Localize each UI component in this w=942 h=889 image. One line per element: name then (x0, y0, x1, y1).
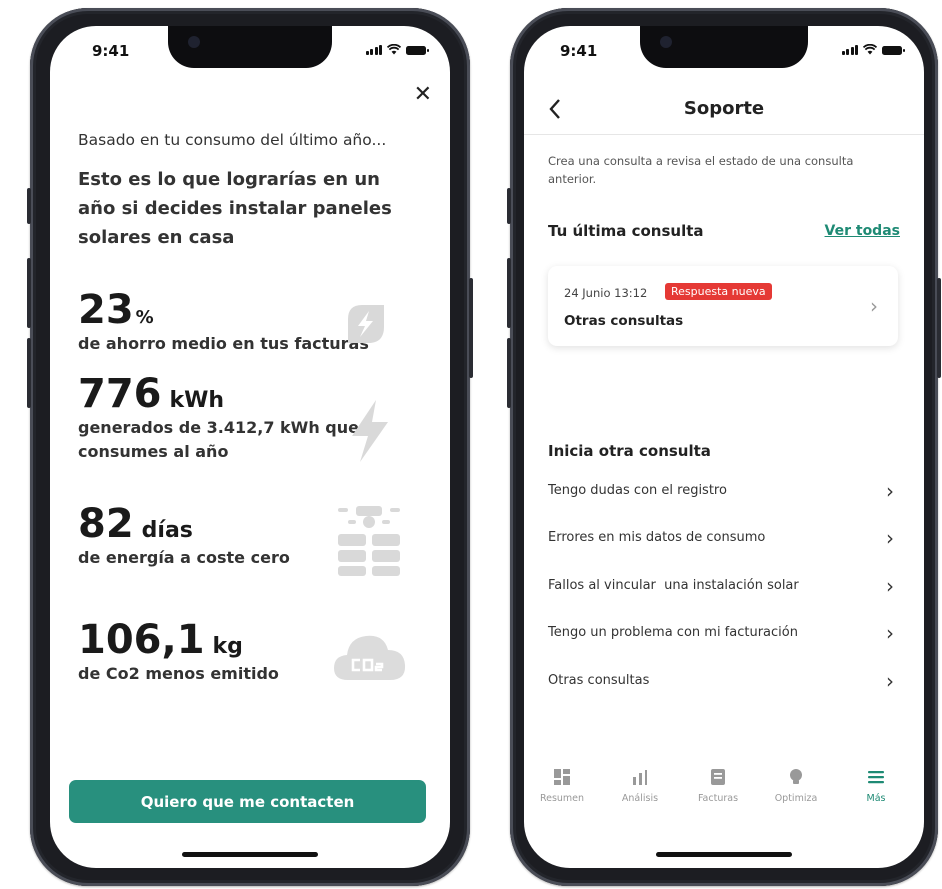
tab-mas[interactable]: Más (844, 766, 908, 804)
query-date: 24 Junio 13:12 (564, 286, 648, 300)
tab-label: Optimiza (774, 793, 818, 804)
invoice-icon (711, 769, 725, 785)
tab-label: Facturas (697, 793, 739, 804)
tab-resumen[interactable]: Resumen (530, 766, 594, 804)
option-registration[interactable]: Tengo dudas con el registro › (548, 474, 898, 510)
chevron-right-icon: › (870, 294, 878, 318)
stat-description: de energía a coste cero (78, 548, 290, 567)
last-query-section-title: Tu última consulta (548, 222, 704, 240)
tab-facturas[interactable]: Facturas (686, 766, 750, 804)
solar-panel-icon (338, 506, 400, 576)
battery-icon (406, 46, 429, 55)
signal-icon (841, 45, 858, 55)
stat-savings: 23% de ahorro medio en tus facturas (78, 288, 369, 356)
stat-description: de ahorro medio en tus facturas (78, 334, 369, 353)
headline: Esto es lo que lograrías en un año si de… (78, 169, 392, 248)
option-label: Tengo un problema con mi facturación (548, 625, 798, 640)
stat-generation: 776 kWh generados de 3.412,7 kWh que cons… (78, 372, 378, 464)
new-query-section-title: Inicia otra consulta (548, 442, 711, 460)
signal-icon (365, 45, 382, 55)
intro-text: Basado en tu consumo del último año... (78, 131, 387, 149)
stat-unit: % (135, 307, 154, 328)
stat-value: 23 (78, 287, 134, 333)
home-indicator (182, 852, 318, 857)
left-phone: 9:41 ✕ Basado en tu consumo del último a… (27, 8, 473, 886)
chevron-right-icon: › (886, 526, 894, 550)
stat-description: de Co2 menos emitido (78, 664, 279, 683)
contact-me-button[interactable]: Quiero que me contacten (69, 780, 426, 823)
battery-icon (882, 46, 905, 55)
lightning-icon (352, 400, 388, 462)
co2-cloud-icon (334, 635, 406, 680)
status-time: 9:41 (560, 42, 598, 60)
right-screen: 9:41 Soporte Crea una consulta a revisa … (524, 26, 924, 868)
home-indicator (656, 852, 792, 857)
query-title: Otras consultas (564, 313, 684, 329)
chevron-right-icon: › (886, 621, 894, 645)
status-badge: Respuesta nueva (665, 283, 772, 300)
option-label: Errores en mis datos de consumo (548, 530, 766, 545)
intro-text: Crea una consulta a revisa el estado de … (548, 154, 854, 186)
stat-value: 106,1 (78, 617, 205, 663)
tab-analisis[interactable]: Análisis (608, 766, 672, 804)
left-screen: 9:41 ✕ Basado en tu consumo del último a… (50, 26, 450, 868)
bar-chart-icon (633, 770, 647, 785)
right-phone: 9:41 Soporte Crea una consulta a revisa … (507, 8, 941, 886)
stat-co2: 106,1 kg de Co2 menos emitido (78, 618, 279, 686)
bulb-icon (790, 769, 802, 784)
stat-unit: kg (212, 634, 243, 659)
tab-optimiza[interactable]: Optimiza (764, 766, 828, 804)
close-button[interactable]: ✕ (414, 82, 432, 107)
option-label: Tengo dudas con el registro (548, 483, 727, 498)
last-query-card[interactable]: 24 Junio 13:12 Respuesta nueva Otras con… (548, 266, 898, 346)
menu-icon (868, 771, 884, 784)
wifi-icon (387, 44, 401, 55)
chevron-right-icon: › (886, 574, 894, 598)
option-label: Otras consultas (548, 673, 650, 688)
status-time: 9:41 (92, 42, 130, 60)
tab-label: Más (866, 793, 886, 804)
stat-unit: días (141, 518, 193, 543)
stat-description: generados de 3.412,7 kWh que consumes al… (78, 418, 359, 461)
option-billing[interactable]: Tengo un problema con mi facturación › (548, 616, 898, 652)
stat-value: 776 (78, 371, 162, 417)
grid-icon (554, 769, 570, 785)
option-label: Fallos al vincular una instalación solar (548, 578, 799, 593)
tab-label: Análisis (621, 793, 659, 804)
stat-value: 82 (78, 501, 134, 547)
tab-bar: Resumen Análisis Facturas Optimiza Más (524, 766, 924, 826)
page-title: Soporte (683, 98, 765, 119)
option-solar-link[interactable]: Fallos al vincular una instalación solar… (548, 569, 898, 605)
chevron-right-icon: › (886, 479, 894, 503)
option-consumption-data[interactable]: Errores en mis datos de consumo › (548, 521, 898, 557)
leaf-bolt-icon (348, 305, 384, 343)
see-all-link[interactable]: Ver todas (825, 223, 900, 239)
notch (168, 26, 332, 68)
wifi-icon (863, 44, 877, 55)
tab-label: Resumen (539, 793, 585, 804)
chevron-right-icon: › (886, 669, 894, 693)
option-other[interactable]: Otras consultas › (548, 664, 898, 700)
stat-days: 82 días de energía a coste cero (78, 502, 290, 570)
header-divider (524, 134, 924, 135)
stat-unit: kWh (169, 388, 225, 413)
notch (640, 26, 808, 68)
